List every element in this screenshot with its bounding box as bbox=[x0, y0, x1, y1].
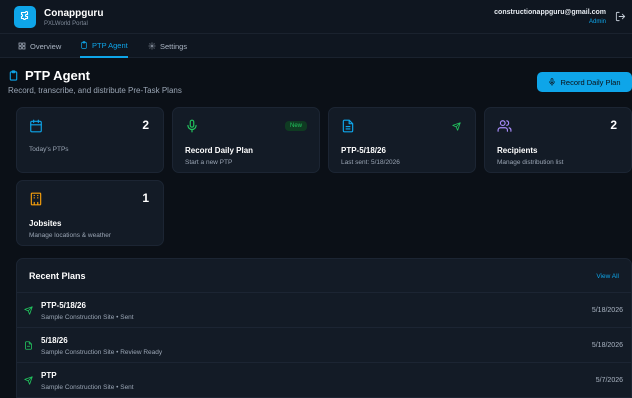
gear-icon bbox=[148, 42, 156, 50]
tab-overview-label: Overview bbox=[30, 41, 62, 51]
building-icon bbox=[29, 192, 43, 206]
clipboard-icon bbox=[9, 70, 18, 81]
plan-date: 5/18/2026 bbox=[591, 307, 623, 314]
last-ptp-card[interactable]: PTP-5/18/26 Last sent: 5/18/2026 bbox=[328, 107, 476, 173]
plan-row[interactable]: 5/18/26 Sample Construction Site • Revie… bbox=[17, 328, 631, 363]
page-title-row: PTP Agent bbox=[8, 68, 90, 83]
plan-subtitle: Sample Construction Site • Sent bbox=[41, 314, 134, 321]
plan-title: PTP bbox=[41, 371, 57, 380]
user-email: constructionappguru@gmail.com bbox=[494, 9, 606, 16]
jobsites-subtitle: Manage locations & weather bbox=[29, 232, 112, 239]
plan-subtitle: Sample Construction Site • Review Ready bbox=[41, 349, 163, 356]
calendar-icon bbox=[29, 119, 43, 133]
users-icon bbox=[497, 119, 512, 133]
last-ptp-title: PTP-5/18/26 bbox=[341, 146, 386, 155]
jobsites-card[interactable]: 1 Jobsites Manage locations & weather bbox=[16, 180, 164, 246]
brand-subtitle: PXLWorld Portal bbox=[44, 21, 88, 27]
tab-ptp-agent-label: PTP Agent bbox=[92, 40, 128, 50]
plan-title: 5/18/26 bbox=[41, 336, 68, 345]
send-icon bbox=[452, 122, 461, 131]
view-all-link[interactable]: View All bbox=[596, 273, 619, 280]
record-card-title: Record Daily Plan bbox=[185, 146, 254, 155]
tab-overview[interactable]: Overview bbox=[18, 34, 61, 58]
plan-title: PTP-5/18/26 bbox=[41, 301, 86, 310]
last-ptp-subtitle: Last sent: 5/18/2026 bbox=[341, 159, 400, 166]
plan-row[interactable]: PTP-5/18/26 Sample Construction Site • S… bbox=[17, 293, 631, 328]
mic-icon bbox=[549, 78, 556, 86]
recent-plans-panel: Recent Plans View All PTP-5/18/26 Sample… bbox=[16, 258, 632, 398]
recipients-card[interactable]: 2 Recipients Manage distribution list bbox=[484, 107, 632, 173]
record-button-label: Record Daily Plan bbox=[560, 77, 621, 87]
jobsites-title: Jobsites bbox=[29, 219, 62, 228]
todays-ptps-card[interactable]: 2 Today's PTPs bbox=[16, 107, 164, 173]
todays-ptps-label: Today's PTPs bbox=[29, 146, 69, 153]
tab-settings-label: Settings bbox=[160, 41, 188, 51]
grid-icon bbox=[18, 42, 26, 50]
page-subtitle: Record, transcribe, and distribute Pre-T… bbox=[8, 86, 182, 95]
document-icon bbox=[24, 341, 33, 350]
todays-ptps-count: 2 bbox=[142, 118, 149, 132]
record-card-subtitle: Start a new PTP bbox=[185, 159, 233, 166]
plan-row[interactable]: PTP Sample Construction Site • Sent 5/7/… bbox=[17, 363, 631, 397]
new-badge: New bbox=[284, 121, 307, 131]
brand-title: Conappguru bbox=[44, 8, 104, 19]
logout-icon[interactable] bbox=[615, 11, 626, 22]
app-header: Conappguru PXLWorld Portal constructiona… bbox=[0, 0, 632, 34]
tab-bar: Overview PTP Agent Settings bbox=[0, 34, 632, 58]
plan-date: 5/18/2026 bbox=[591, 342, 623, 349]
plan-date: 5/7/2026 bbox=[595, 377, 623, 384]
tab-settings[interactable]: Settings bbox=[148, 34, 187, 58]
document-icon bbox=[341, 119, 355, 133]
user-role: Admin bbox=[588, 19, 606, 25]
page-title: PTP Agent bbox=[25, 68, 91, 83]
recipients-subtitle: Manage distribution list bbox=[497, 159, 564, 166]
mic-icon bbox=[185, 119, 199, 133]
send-icon bbox=[24, 376, 33, 385]
send-icon bbox=[24, 306, 33, 315]
app-logo[interactable] bbox=[14, 6, 36, 28]
clipboard-icon bbox=[81, 41, 87, 49]
record-daily-plan-button[interactable]: Record Daily Plan bbox=[537, 72, 632, 92]
record-daily-plan-card[interactable]: New Record Daily Plan Start a new PTP bbox=[172, 107, 320, 173]
recent-plans-title: Recent Plans bbox=[29, 271, 86, 281]
plan-subtitle: Sample Construction Site • Sent bbox=[41, 384, 134, 391]
recipients-title: Recipients bbox=[497, 146, 538, 155]
recipients-count: 2 bbox=[610, 118, 617, 132]
recent-plans-header: Recent Plans View All bbox=[17, 259, 631, 293]
tab-ptp-agent[interactable]: PTP Agent bbox=[80, 34, 128, 58]
jobsites-count: 1 bbox=[142, 191, 149, 205]
puzzle-icon bbox=[20, 11, 29, 21]
